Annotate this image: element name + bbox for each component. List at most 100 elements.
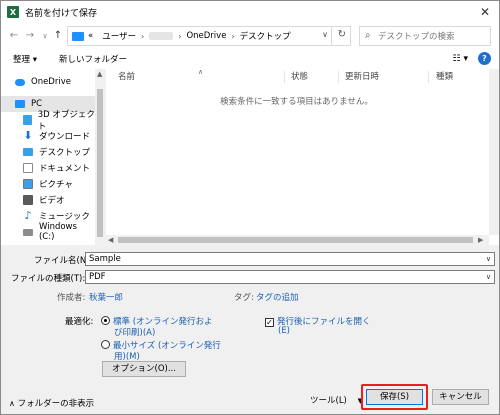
view-options-icon[interactable]: ☷ ▾ (453, 54, 468, 64)
excel-icon: X (7, 6, 19, 18)
pc-icon (72, 31, 84, 41)
chevron-up-icon: ∧ (9, 399, 15, 408)
organize-button[interactable]: 整理 ▾ (13, 53, 37, 65)
sidebar-item-label: Windows (C:) (38, 222, 77, 242)
sidebar-item-windows-c[interactable]: Windows (C:) (1, 222, 95, 242)
file-list: 名前 ∧ 状態 更新日時 種類 検索条件に一致する項目はありません。 ◀ ▶ (106, 68, 499, 245)
filename-value: Sample (89, 254, 121, 264)
column-divider (284, 71, 285, 83)
column-header-type[interactable]: 種類 (436, 69, 453, 85)
close-icon[interactable]: ✕ (477, 4, 493, 20)
new-folder-button[interactable]: 新しいフォルダー (59, 53, 127, 65)
option-standard-text-line2: び印刷)(A) (114, 328, 156, 338)
address-divider (331, 27, 332, 45)
address-dropdown-icon[interactable]: ∨ (322, 30, 328, 39)
column-header-date[interactable]: 更新日時 (345, 69, 379, 85)
video-icon (23, 195, 33, 205)
picture-icon (23, 179, 33, 189)
recent-dropdown-icon[interactable]: ∨ (38, 28, 52, 44)
chevron-right-icon: › (231, 31, 235, 41)
sidebar-item-label: ミュージック (39, 212, 90, 222)
window-title: 名前を付けて保存 (25, 8, 98, 19)
sidebar-item-documents[interactable]: ドキュメント (1, 160, 95, 176)
filetype-label: ファイルの種類(T): (11, 274, 86, 284)
desktop-icon (23, 148, 33, 156)
author-value[interactable]: 秋葉一郎 (89, 291, 123, 303)
save-as-dialog: X 名前を付けて保存 ✕ ← → ∨ ↑ « ユーザー › › OneDrive… (0, 0, 500, 415)
download-arrow-icon: ⬇ (23, 129, 33, 142)
radio-minimum[interactable] (101, 340, 110, 349)
nav-scrollbar[interactable]: ▲ (95, 69, 105, 245)
open-after-publish-text-line2: (E) (278, 326, 291, 336)
pc-icon (15, 100, 25, 108)
forward-arrow-icon[interactable]: → (23, 28, 37, 44)
hide-folders-label: フォルダーの非表示 (17, 399, 95, 409)
column-header-status[interactable]: 状態 (291, 69, 308, 85)
command-bar: 整理 ▾ 新しいフォルダー ☷ ▾ ? (1, 49, 499, 69)
column-header-name[interactable]: 名前 (118, 69, 135, 85)
filename-label: ファイル名(N): (34, 256, 93, 266)
open-after-publish-text: 発行後にファイルを開く (277, 317, 371, 327)
author-label: 作成者: (57, 293, 86, 303)
search-input[interactable]: ⌕ デスクトップの検索 (359, 26, 491, 46)
tools-label: ツール(L) (310, 396, 347, 406)
sidebar-item-label: OneDrive (31, 77, 71, 87)
sidebar-item-label: ドキュメント (39, 164, 91, 174)
scroll-up-icon[interactable]: ▲ (97, 70, 102, 78)
hide-folders-toggle[interactable]: ∧ フォルダーの非表示 (9, 397, 94, 409)
radio-standard[interactable] (101, 316, 110, 325)
file-list-horizontal-scrollbar[interactable]: ◀ ▶ (106, 235, 489, 245)
breadcrumb-users[interactable]: ユーザー (102, 30, 136, 42)
address-prefix: « (88, 31, 94, 41)
tags-input[interactable]: タグの追加 (256, 291, 299, 303)
options-button[interactable]: オプション(O)... (102, 361, 186, 377)
address-bar[interactable]: « ユーザー › › OneDrive › デスクトップ ∨ ↻ (67, 26, 351, 46)
column-divider (338, 71, 339, 83)
navigation-pane: OneDrive PC 3D オブジェクト ⬇ ダウンロード デスクトップ ドキ… (1, 69, 105, 245)
empty-results-message: 検索条件に一致する項目はありません。 (220, 97, 373, 107)
scroll-left-icon[interactable]: ◀ (108, 236, 113, 244)
save-button[interactable]: 保存(S) (366, 389, 423, 405)
title-bar: X 名前を付けて保存 ✕ (1, 1, 499, 23)
filetype-value: PDF (89, 272, 106, 282)
sidebar-item-label: デスクトップ (39, 148, 91, 158)
document-icon (23, 163, 33, 173)
redacted-username (149, 32, 174, 40)
sidebar-item-label: ダウンロード (39, 132, 91, 142)
breadcrumb-onedrive[interactable]: OneDrive (186, 31, 226, 41)
breadcrumb-desktop[interactable]: デスクトップ (240, 30, 291, 42)
cloud-icon (15, 78, 25, 86)
checkbox-checked-icon[interactable]: ✓ (265, 318, 274, 327)
chevron-down-icon[interactable]: ∨ (486, 271, 491, 283)
refresh-icon[interactable]: ↻ (338, 29, 346, 40)
filename-input[interactable]: Sample ∨ (85, 252, 495, 266)
sidebar-item-label: ピクチャ (39, 180, 73, 190)
sidebar-item-3d-objects[interactable]: 3D オブジェクト (1, 110, 95, 132)
back-arrow-icon[interactable]: ← (7, 28, 21, 44)
address-row: ← → ∨ ↑ « ユーザー › › OneDrive › デスクトップ ∨ ↻… (1, 23, 499, 49)
nav-scrollbar-thumb[interactable] (97, 89, 103, 237)
file-list-vertical-scrollbar[interactable] (489, 69, 499, 235)
sidebar-item-pictures[interactable]: ピクチャ (1, 176, 95, 192)
scroll-right-icon[interactable]: ▶ (478, 236, 483, 244)
filetype-select[interactable]: PDF ∨ (85, 270, 495, 284)
help-icon[interactable]: ? (478, 52, 491, 65)
up-arrow-icon[interactable]: ↑ (51, 28, 65, 44)
optimize-label: 最適化: (65, 317, 94, 327)
column-divider (428, 71, 429, 83)
chevron-right-icon: › (178, 31, 182, 41)
sort-up-icon: ∧ (198, 68, 204, 76)
sidebar-item-onedrive[interactable]: OneDrive (1, 74, 95, 90)
chevron-down-icon[interactable]: ∨ (486, 253, 491, 265)
sidebar-item-downloads[interactable]: ⬇ ダウンロード (1, 128, 95, 144)
sidebar-item-desktop[interactable]: デスクトップ (1, 144, 95, 160)
music-note-icon: ♪ (24, 209, 32, 222)
tools-dropdown[interactable]: ツール(L) ▼ (310, 394, 363, 406)
horizontal-scrollbar-thumb[interactable] (118, 237, 473, 243)
search-placeholder: デスクトップの検索 (378, 32, 455, 42)
chevron-right-icon: › (141, 31, 145, 41)
sidebar-item-videos[interactable]: ビデオ (1, 192, 95, 208)
search-icon: ⌕ (365, 30, 371, 41)
drive-icon (23, 228, 33, 236)
cancel-button[interactable]: キャンセル (432, 389, 489, 405)
